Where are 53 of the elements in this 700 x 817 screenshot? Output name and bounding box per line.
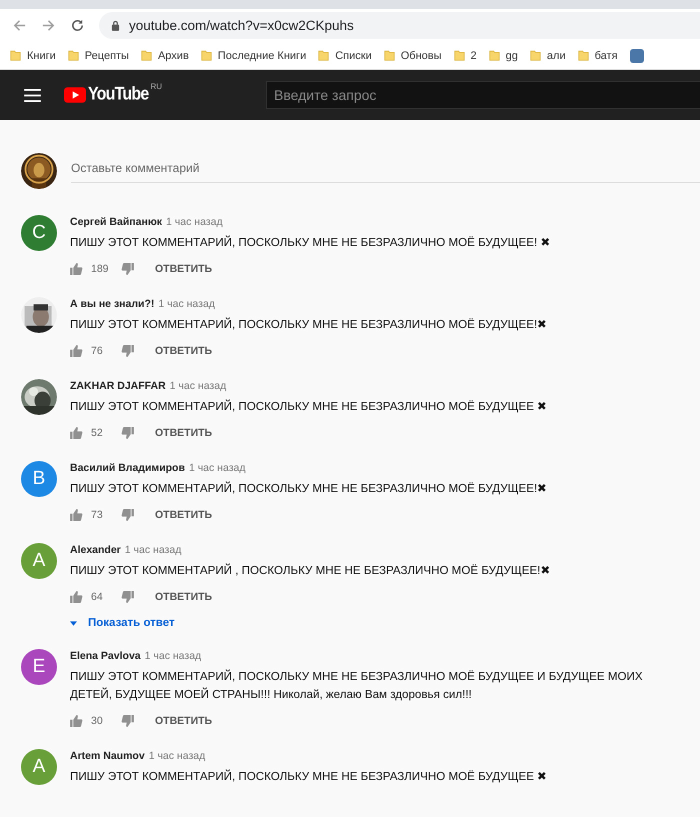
- timestamp[interactable]: 1 час назад: [188, 462, 246, 474]
- author-name[interactable]: Сергей Вайпанюк: [70, 216, 162, 228]
- search-field[interactable]: Введите запрос: [266, 81, 700, 109]
- show-replies-button[interactable]: Показать ответ: [70, 617, 670, 629]
- avatar[interactable]: В: [21, 461, 57, 497]
- comment-text: ПИШУ ЭТОТ КОММЕНТАРИЙ, ПОСКОЛЬКУ МНЕ НЕ БЕЗРАЗЛИЧНО МОЁ БУДУЩЕЕ! ✖: [70, 234, 552, 251]
- bookmark[interactable]: 2: [454, 49, 477, 62]
- comment-text: ПИШУ ЭТОТ КОММЕНТАРИЙ, ПОСКОЛЬКУ МНЕ НЕ БЕЗРАЗЛИЧНО МОЁ БУДУЩЕЕ И БУДУЩЕЕ МОИХ ДЕТЕЙ, БУДУЩЕЕ МОЕЙ СТРАНЫ!!! Николай, желаю Вам здоровья сил!!!: [70, 668, 644, 703]
- like-count: 64: [91, 591, 104, 603]
- author-name[interactable]: А вы не знали?!: [70, 298, 154, 310]
- like-count: 52: [91, 427, 104, 439]
- comment-text: ПИШУ ЭТОТ КОММЕНТАРИЙ , ПОСКОЛЬКУ МНЕ НЕ БЕЗРАЗЛИЧНО МОЁ БУДУЩЕЕ!✖: [70, 562, 552, 579]
- comment-text: ПИШУ ЭТОТ КОММЕНТАРИЙ, ПОСКОЛЬКУ МНЕ НЕ БЕЗРАЗЛИЧНО МОЁ БУДУЩЕЕ!✖: [70, 480, 548, 497]
- author-name[interactable]: Василий Владимиров: [70, 462, 185, 474]
- comment-text: ПИШУ ЭТОТ КОММЕНТАРИЙ, ПОСКОЛЬКУ МНЕ НЕ БЕЗРАЗЛИЧНО МОЁ БУДУЩЕЕ ✖: [70, 398, 548, 415]
- author-name[interactable]: Elena Pavlova: [70, 650, 141, 662]
- logo-text[interactable]: YouTube: [88, 84, 148, 106]
- url-text: youtube.com/watch?v=x0cw2CKpuhs: [129, 18, 354, 33]
- timestamp[interactable]: 1 час назад: [170, 380, 226, 392]
- timestamp[interactable]: 1 час назад: [148, 750, 206, 762]
- like-count: 30: [91, 715, 104, 727]
- region-label: RU: [150, 82, 162, 91]
- reply-button[interactable]: ОТВЕТИТЬ: [134, 263, 212, 275]
- like-count: 76: [91, 345, 104, 357]
- timestamp[interactable]: 1 час назад: [158, 298, 215, 310]
- author-name[interactable]: Artem Naumov: [70, 750, 145, 762]
- bookmark[interactable]: Последние Книги: [200, 49, 306, 62]
- timestamp[interactable]: 1 час назад: [166, 216, 223, 228]
- timestamp[interactable]: 1 час назад: [124, 544, 182, 556]
- bookmark[interactable]: Списки: [318, 49, 372, 62]
- bookmark[interactable]: Обновы: [384, 49, 442, 62]
- bookmark[interactable]: батя: [578, 49, 618, 62]
- bookmark[interactable]: gg: [488, 49, 518, 62]
- address-bar[interactable]: youtube.com/watch?v=x0cw2CKpuhs: [99, 12, 700, 39]
- bookmark[interactable]: али: [530, 49, 566, 62]
- bookmark[interactable]: Архив: [140, 49, 189, 62]
- comment-text: ПИШУ ЭТОТ КОММЕНТАРИЙ, ПОСКОЛЬКУ МНЕ НЕ БЕЗРАЗЛИЧНО МОЁ БУДУЩЕЕ!✖: [70, 316, 548, 333]
- like-count: 73: [91, 509, 104, 521]
- reply-button[interactable]: ОТВЕТИТЬ: [134, 591, 212, 603]
- bookmark[interactable]: Книги: [10, 49, 56, 62]
- comment-field[interactable]: Оставьте комментарий: [71, 159, 700, 183]
- avatar[interactable]: E: [21, 649, 57, 685]
- like-count: 189: [91, 263, 110, 275]
- comment-text: ПИШУ ЭТОТ КОММЕНТАРИЙ, ПОСКОЛЬКУ МНЕ НЕ БЕЗРАЗЛИЧНО МОЁ БУДУЩЕЕ ✖: [70, 768, 548, 785]
- reply-button[interactable]: ОТВЕТИТЬ: [134, 715, 212, 727]
- bookmark[interactable]: Рецепты: [68, 49, 129, 62]
- author-name[interactable]: ZAKHAR DJAFFAR: [70, 380, 166, 392]
- reply-button[interactable]: ОТВЕТИТЬ: [134, 345, 212, 357]
- reply-button[interactable]: ОТВЕТИТЬ: [134, 427, 212, 439]
- timestamp[interactable]: 1 час назад: [144, 650, 202, 662]
- reply-button[interactable]: ОТВЕТИТЬ: [134, 509, 212, 521]
- avatar[interactable]: С: [21, 215, 57, 251]
- author-name[interactable]: Alexander: [70, 544, 121, 556]
